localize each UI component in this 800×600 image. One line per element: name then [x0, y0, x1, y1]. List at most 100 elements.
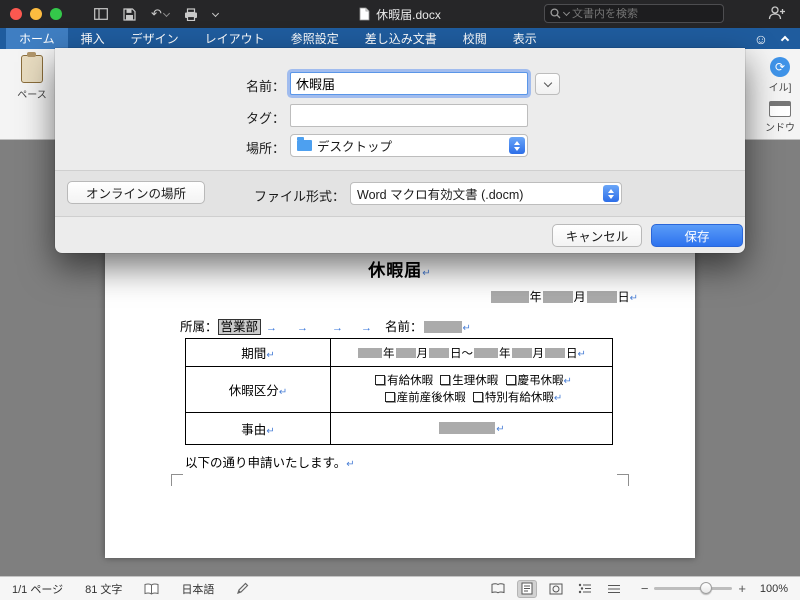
checkbox-maternity-leave[interactable]	[384, 391, 395, 402]
unit-year: 年	[499, 347, 511, 360]
unit-year: 年	[383, 347, 395, 360]
spellcheck-book-icon[interactable]	[144, 583, 159, 595]
folder-icon	[297, 137, 312, 151]
cancel-button[interactable]: キャンセル	[552, 224, 642, 247]
text-boundary-corner-mark	[617, 474, 629, 486]
online-locations-button[interactable]: オンラインの場所	[67, 181, 205, 204]
file-format-value: Word マクロ有効文書 (.docm)	[357, 188, 524, 202]
ribbon-window-group-fragment[interactable]: ンドウ	[754, 101, 800, 134]
close-window-button[interactable]	[10, 8, 22, 20]
file-format-popup[interactable]: Word マクロ有効文書 (.docm)	[350, 182, 622, 205]
tab-mailings[interactable]: 差し込み文書	[352, 28, 450, 49]
tags-input[interactable]	[290, 104, 528, 127]
tab-home[interactable]: ホーム	[6, 28, 68, 49]
view-read-mode-icon[interactable]	[488, 580, 508, 598]
paragraph-mark-icon	[463, 323, 471, 334]
redacted-block	[586, 291, 617, 303]
doc-title-line: 休暇届	[105, 256, 695, 281]
search-input[interactable]	[572, 7, 718, 20]
paragraph-mark-icon	[554, 393, 562, 404]
document-search-field[interactable]	[544, 4, 724, 23]
checkbox-paid-leave[interactable]	[375, 374, 386, 385]
reason-value-cell[interactable]	[330, 412, 613, 445]
tab-insert[interactable]: 挿入	[68, 28, 118, 49]
ink-pen-icon[interactable]	[236, 582, 249, 595]
table-row-reason: 事由	[185, 412, 613, 445]
zoom-slider[interactable]	[654, 582, 733, 594]
leave-option-label: 有給休暇	[387, 374, 434, 387]
char-count[interactable]: 81 文字	[85, 581, 122, 597]
expand-sheet-button[interactable]	[535, 73, 560, 95]
ribbon-window-group-label: ンドウ	[765, 123, 795, 134]
tab-review[interactable]: 校閲	[450, 28, 500, 49]
print-icon[interactable]	[184, 7, 198, 21]
unit-day: 日	[566, 347, 578, 360]
save-button[interactable]: 保存	[651, 224, 743, 247]
leave-type-header-cell: 休暇区分	[185, 366, 331, 413]
save-as-sheet: 名前： タグ： 場所： デスクトップ オンラインの場所 ファイル形式： Word…	[55, 48, 745, 253]
tab-arrow-icon: →	[297, 322, 309, 334]
text-boundary-corner-mark	[171, 474, 183, 486]
leave-option-label: 慶弔休暇	[517, 374, 564, 387]
redacted-block	[429, 347, 450, 358]
paragraph-mark-icon	[346, 459, 354, 470]
view-web-layout-icon[interactable]	[546, 580, 566, 598]
paragraph-mark-icon	[266, 350, 274, 361]
filename-input[interactable]	[290, 72, 528, 95]
tab-design[interactable]: デザイン	[118, 28, 192, 49]
popup-arrows-icon	[603, 185, 619, 202]
undo-icon[interactable]: ↶	[151, 6, 170, 22]
doc-title-text: 休暇届	[368, 261, 423, 280]
tab-references[interactable]: 参照設定	[278, 28, 352, 49]
redacted-block	[511, 347, 532, 358]
paste-label: ペース	[17, 90, 47, 101]
view-draft-lines-icon[interactable]	[604, 580, 624, 598]
doc-footer-text: 以下の通り申請いたします。	[185, 456, 347, 470]
location-field-label: 場所：	[245, 141, 285, 156]
dept-value-selected[interactable]: 営業部	[217, 319, 262, 335]
tab-layout[interactable]: レイアウト	[192, 28, 278, 49]
minimize-window-button[interactable]	[30, 8, 42, 20]
sync-circle-icon: ⟳	[770, 57, 790, 77]
dept-label: 所属：	[180, 320, 218, 334]
checkbox-condolence-leave[interactable]	[505, 374, 516, 385]
share-add-person-icon[interactable]	[768, 5, 786, 21]
reason-header-cell: 事由	[185, 412, 331, 445]
unit-month: 月	[532, 347, 545, 360]
doc-date-line: 年月日	[490, 288, 638, 305]
view-switcher-icon[interactable]	[94, 8, 108, 20]
view-outline-icon[interactable]	[575, 580, 595, 598]
tab-view[interactable]: 表示	[500, 28, 550, 49]
zoom-percentage[interactable]: 100%	[752, 583, 788, 595]
feedback-smiley-icon[interactable]: ☺	[754, 32, 768, 46]
paragraph-mark-icon	[496, 424, 504, 435]
zoom-slider-knob[interactable]	[699, 582, 712, 594]
leave-option-label: 生理休暇	[452, 374, 499, 387]
redacted-block	[545, 347, 566, 358]
page-count[interactable]: 1/1 ページ	[12, 581, 63, 597]
zoom-in-button[interactable]: +	[738, 581, 746, 596]
ribbon-file-group-fragment[interactable]: ⟳ イル]	[754, 57, 800, 94]
search-scope-caret-icon[interactable]	[562, 8, 571, 17]
unit-month: 月	[573, 290, 586, 304]
checkbox-special-paid-leave[interactable]	[472, 391, 483, 402]
save-icon[interactable]	[123, 7, 136, 21]
undo-menu-caret-icon[interactable]	[162, 9, 170, 17]
doc-footer-line: 以下の通り申請いたします。	[185, 452, 355, 471]
paste-button[interactable]: ペース	[10, 52, 54, 101]
leave-option-label: 産前産後休暇	[396, 391, 466, 404]
collapse-ribbon-chevron-up-icon[interactable]	[780, 35, 790, 45]
unit-day: 日	[617, 290, 630, 304]
chevron-down-icon	[543, 78, 552, 87]
view-print-layout-icon[interactable]	[516, 579, 537, 598]
redacted-block	[439, 422, 496, 434]
checkbox-menstrual-leave[interactable]	[440, 374, 451, 385]
zoom-window-button[interactable]	[50, 8, 62, 20]
language-indicator[interactable]: 日本語	[181, 581, 214, 597]
document-page[interactable]: 休暇届 年月日 所属：営業部→→→→名前： 期間 年月日～年月日 休暇区分 有給…	[105, 224, 695, 558]
zoom-out-button[interactable]: −	[641, 581, 649, 596]
toolbar-options-chevron-icon[interactable]	[211, 9, 219, 17]
redacted-block	[474, 347, 499, 358]
period-value-cell[interactable]: 年月日～年月日	[330, 338, 613, 367]
location-popup[interactable]: デスクトップ	[290, 134, 528, 157]
